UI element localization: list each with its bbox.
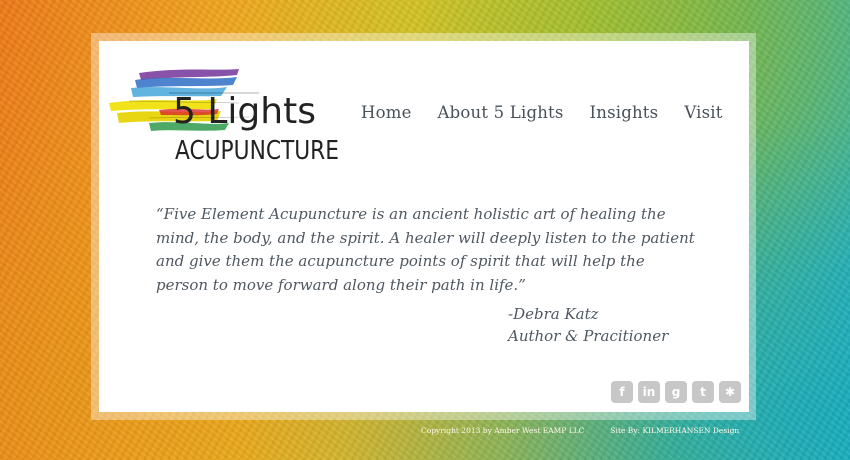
- quote-text: “Five Element Acupuncture is an ancient …: [156, 205, 695, 294]
- site-logo[interactable]: 5 Lights ACUPUNCTURE: [109, 63, 344, 163]
- nav-visit[interactable]: Visit: [684, 103, 722, 122]
- social-links: f in g t ✱: [611, 381, 741, 403]
- logo-line-1: 5 Lights: [173, 91, 316, 132]
- google-plus-icon[interactable]: g: [665, 381, 687, 403]
- twitter-icon[interactable]: t: [692, 381, 714, 403]
- quote-attribution: -Debra Katz Author & Pracitioner: [508, 303, 668, 347]
- main-nav: Home About 5 Lights Insights Visit: [361, 103, 723, 122]
- facebook-icon[interactable]: f: [611, 381, 633, 403]
- quote-author: -Debra Katz: [508, 305, 599, 323]
- content-card: 5 Lights ACUPUNCTURE Home About 5 Lights…: [99, 41, 749, 412]
- yelp-icon[interactable]: ✱: [719, 381, 741, 403]
- logo-line-2: ACUPUNCTURE: [175, 136, 339, 163]
- nav-insights[interactable]: Insights: [590, 103, 659, 122]
- footer-credit-link[interactable]: Site By: KILMERHANSEN Design: [610, 426, 739, 435]
- linkedin-icon[interactable]: in: [638, 381, 660, 403]
- nav-about[interactable]: About 5 Lights: [438, 103, 564, 122]
- brush-logo-icon: 5 Lights ACUPUNCTURE: [109, 69, 339, 163]
- footer-copyright: Copyright 2013 by Amber West EAMP LLC: [421, 426, 585, 435]
- footer: Copyright 2013 by Amber West EAMP LLC Si…: [421, 426, 739, 435]
- nav-home[interactable]: Home: [361, 103, 412, 122]
- quote-author-role: Author & Pracitioner: [508, 327, 669, 345]
